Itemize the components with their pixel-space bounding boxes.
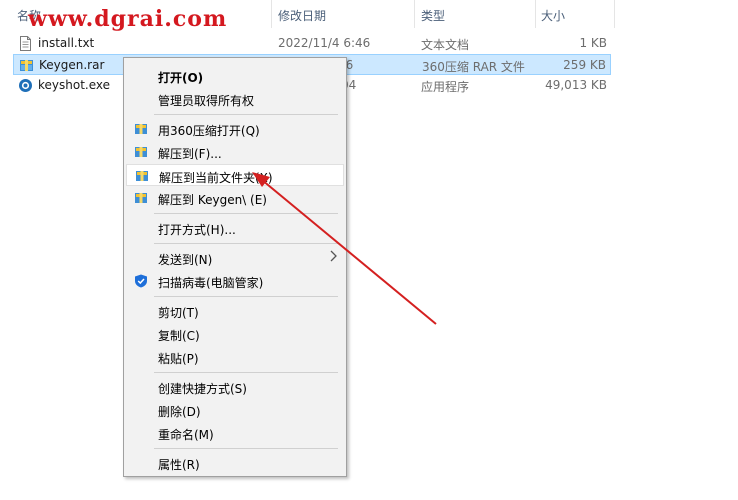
annotation-arrow-icon	[252, 172, 437, 325]
